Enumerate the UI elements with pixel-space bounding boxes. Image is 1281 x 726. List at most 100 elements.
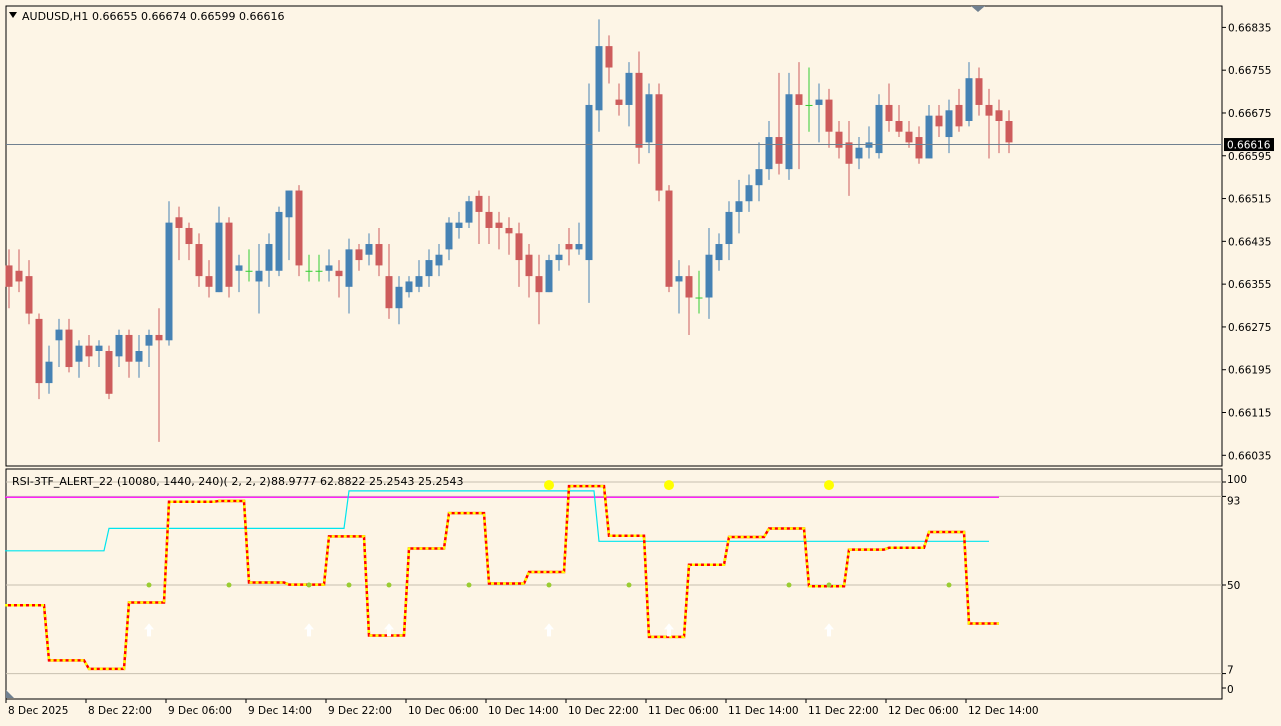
candle-body [115,334,123,357]
candle [755,142,763,202]
indicator-tick-label: 93 [1227,495,1240,507]
candle-body [705,254,713,298]
candle-body [445,222,453,250]
candle-body [175,217,183,228]
candle-body [15,270,23,282]
candle [615,83,623,116]
candle [295,185,303,277]
candle [385,244,393,319]
candle [585,83,593,303]
time-tick-label: 11 Dec 22:00 [808,705,879,717]
candle-body [715,244,723,261]
candle-body [275,211,283,271]
candle [65,318,73,373]
candle-body [165,222,173,341]
candle-body [885,104,893,121]
indicator-tick-label: 7 [1227,665,1234,677]
price-tick-label: 0.66595 [1228,151,1271,163]
candle [555,244,563,271]
candle [175,206,183,261]
candle-body [375,244,383,266]
price-tick-label: 0.66435 [1228,236,1271,248]
candle [355,244,363,271]
candle-body [965,78,973,121]
candle-body [625,72,633,105]
candle-body [565,244,573,250]
candle-body [355,249,363,261]
candle [575,222,583,255]
candle [785,72,793,180]
candle-body [145,334,153,346]
candle [565,227,573,266]
indicator-name: RSI-3TF_ALERT_22 [12,475,113,488]
chart-canvas[interactable]: AUDUSD,H1 0.66655 0.66674 0.66599 0.6661… [0,0,1281,726]
candle-body [825,99,833,132]
candle-body [225,222,233,287]
price-tick-label: 0.66275 [1228,322,1271,334]
midline-dot [826,582,832,588]
candle [195,233,203,287]
shift-marker-icon[interactable] [971,6,985,12]
candle [535,254,543,325]
time-tick-label: 12 Dec 06:00 [888,705,959,717]
price-tick-label: 0.66675 [1228,108,1271,120]
time-tick-label: 9 Dec 06:00 [168,705,232,717]
midline-dot [346,582,352,588]
candle [805,67,813,132]
candle [655,83,663,202]
candle [325,249,333,282]
buy-arrow-icon [664,623,674,637]
candle-body [495,222,503,228]
candle-body [995,110,1003,121]
candle [865,126,873,159]
candle-body [95,345,103,351]
candle-body [585,104,593,261]
signal-dot [664,480,674,491]
price-tick-label: 0.66035 [1228,450,1271,462]
midline-dot [546,582,552,588]
candle-body [935,115,943,127]
scroll-corner-icon[interactable] [6,690,14,698]
candle-body [795,94,803,105]
candle-body [745,185,753,202]
candle-body [405,281,413,293]
candle [635,51,643,164]
candle [715,233,723,271]
indicator-pane[interactable] [5,468,1223,700]
candle-body [985,104,993,116]
candle-body [255,270,263,282]
candle [515,222,523,287]
indicator-tick-label: 50 [1227,580,1240,592]
candle [895,104,903,138]
candle-body [615,99,623,105]
time-tick-label: 10 Dec 22:00 [568,705,639,717]
candle [275,206,283,277]
candle-body [535,276,543,293]
candle [845,121,853,196]
candle [795,62,803,170]
candle-body [105,351,113,394]
candle-body [925,115,933,159]
candle-body [595,46,603,111]
candle-body [835,131,843,148]
candle [165,201,173,346]
midline-dot [466,582,472,588]
candle [495,211,503,250]
candle [115,329,123,368]
candle-body [855,147,863,159]
candle [435,244,443,277]
candle [465,195,473,228]
candle-body [955,104,963,127]
candle [965,62,973,127]
candle-body [395,286,403,309]
candle-body [645,94,653,143]
candle [95,340,103,368]
candle [185,222,193,261]
time-tick-label: 11 Dec 06:00 [648,705,719,717]
mt4-chart-window[interactable]: AUDUSD,H1 0.66655 0.66674 0.66599 0.6661… [0,0,1281,726]
candle [75,340,83,378]
candle [695,270,703,314]
collapse-triangle-icon[interactable] [9,12,17,18]
candle-body [755,169,763,186]
midline-dot [146,582,152,588]
